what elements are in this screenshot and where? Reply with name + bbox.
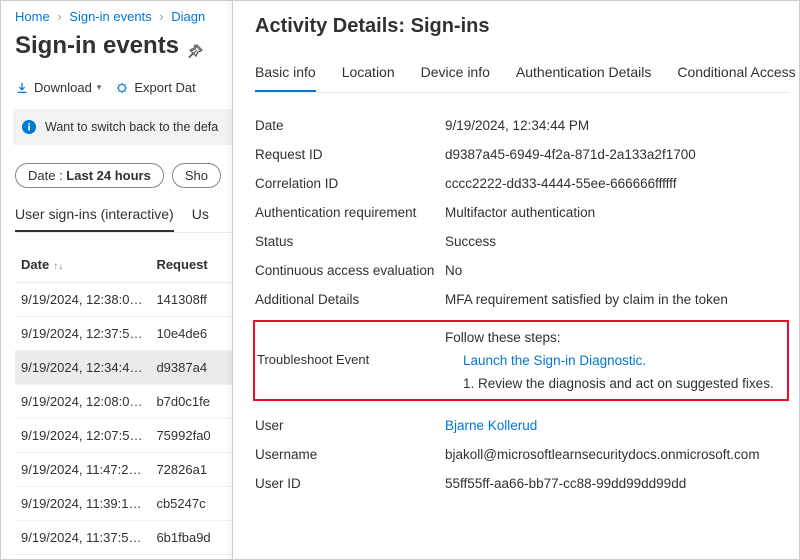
label-request-id: Request ID bbox=[255, 147, 445, 162]
command-bar: Download ▾ Export Dat bbox=[15, 80, 232, 95]
cell-date: 9/19/2024, 12:38:04 ... bbox=[15, 283, 150, 317]
cell-request: 72826a1 bbox=[150, 453, 232, 487]
tab-device-info[interactable]: Device info bbox=[421, 60, 490, 92]
label-date: Date bbox=[255, 118, 445, 133]
troubleshoot-event-section: Troubleshoot Event Follow these steps: L… bbox=[253, 320, 789, 401]
value-additional: MFA requirement satisfied by claim in th… bbox=[445, 292, 728, 307]
tab-auth-details[interactable]: Authentication Details bbox=[516, 60, 651, 92]
page-title: Sign-in events bbox=[15, 32, 179, 60]
table-row[interactable]: 9/19/2024, 11:39:13 ...cb5247c bbox=[15, 487, 232, 521]
col-request[interactable]: Request bbox=[150, 249, 232, 283]
label-correlation-id: Correlation ID bbox=[255, 176, 445, 191]
cell-date: 9/19/2024, 11:47:23 ... bbox=[15, 453, 150, 487]
tab-basic-info[interactable]: Basic info bbox=[255, 60, 316, 92]
export-button[interactable]: Export Dat bbox=[115, 80, 195, 95]
chevron-down-icon: ▾ bbox=[97, 82, 102, 93]
details-panel: Activity Details: Sign-ins Basic info Lo… bbox=[232, 0, 800, 560]
value-user-id: 55ff55ff-aa66-bb77-cc88-99dd99dd99dd bbox=[445, 476, 686, 491]
subtabs: User sign-ins (interactive) Us bbox=[15, 200, 232, 233]
download-button[interactable]: Download ▾ bbox=[15, 80, 101, 95]
value-cae: No bbox=[445, 263, 462, 278]
cell-date: 9/19/2024, 11:37:54 ... bbox=[15, 521, 150, 555]
filter-pills: Date : Last 24 hours Sho bbox=[15, 163, 232, 188]
cell-date: 9/19/2024, 12:34:44 ... bbox=[15, 351, 150, 385]
breadcrumb-home[interactable]: Home bbox=[15, 9, 50, 24]
filter-date-prefix: Date : bbox=[28, 168, 66, 183]
cell-date: 9/19/2024, 11:39:13 ... bbox=[15, 487, 150, 521]
info-icon bbox=[21, 119, 37, 135]
cell-request: 10e4de6 bbox=[150, 317, 232, 351]
label-username: Username bbox=[255, 447, 445, 462]
export-label: Export Dat bbox=[134, 80, 195, 95]
value-auth-req: Multifactor authentication bbox=[445, 205, 595, 220]
label-auth-req: Authentication requirement bbox=[255, 205, 445, 220]
cell-request: 6b1fba9d bbox=[150, 521, 232, 555]
label-additional: Additional Details bbox=[255, 292, 445, 307]
filter-show-pill[interactable]: Sho bbox=[172, 163, 221, 188]
troubleshoot-step-1: 1. Review the diagnosis and act on sugge… bbox=[445, 376, 774, 391]
filter-date-pill[interactable]: Date : Last 24 hours bbox=[15, 163, 164, 188]
tab-conditional-access[interactable]: Conditional Access bbox=[677, 60, 795, 92]
value-status: Success bbox=[445, 234, 496, 249]
value-date: 9/19/2024, 12:34:44 PM bbox=[445, 118, 589, 133]
panel-title: Activity Details: Sign-ins bbox=[255, 15, 789, 38]
label-user-id: User ID bbox=[255, 476, 445, 491]
value-user-link[interactable]: Bjarne Kollerud bbox=[445, 418, 537, 433]
launch-diagnostic-link[interactable]: Launch the Sign-in Diagnostic. bbox=[445, 353, 774, 368]
table-row[interactable]: 9/19/2024, 12:37:57 ...10e4de6 bbox=[15, 317, 232, 351]
sort-icon: ↑↓ bbox=[53, 261, 63, 272]
table-row[interactable]: 9/19/2024, 11:47:23 ...72826a1 bbox=[15, 453, 232, 487]
table-row[interactable]: 9/19/2024, 12:34:44 ...d9387a4 bbox=[15, 351, 232, 385]
info-banner-text: Want to switch back to the defa bbox=[45, 120, 218, 134]
table-row[interactable]: 9/19/2024, 12:38:04 ...141308ff bbox=[15, 283, 232, 317]
chevron-right-icon: › bbox=[57, 9, 61, 24]
cell-date: 9/19/2024, 12:08:05 ... bbox=[15, 385, 150, 419]
value-username: bjakoll@microsoftlearnsecuritydocs.onmic… bbox=[445, 447, 760, 462]
signins-table: Date↑↓ Request 9/19/2024, 12:38:04 ...14… bbox=[15, 249, 232, 555]
table-row[interactable]: 9/19/2024, 12:07:56 ...75992fa0 bbox=[15, 419, 232, 453]
cell-request: d9387a4 bbox=[150, 351, 232, 385]
chevron-right-icon: › bbox=[159, 9, 163, 24]
label-status: Status bbox=[255, 234, 445, 249]
cell-request: 75992fa0 bbox=[150, 419, 232, 453]
value-request-id: d9387a45-6949-4f2a-871d-2a133a2f1700 bbox=[445, 147, 696, 162]
col-date[interactable]: Date↑↓ bbox=[15, 249, 150, 283]
cell-request: cb5247c bbox=[150, 487, 232, 521]
label-cae: Continuous access evaluation bbox=[255, 263, 445, 278]
value-correlation-id: cccc2222-dd33-4444-55ee-666666ffffff bbox=[445, 176, 676, 191]
pin-icon[interactable] bbox=[187, 48, 203, 63]
breadcrumb-signin-events[interactable]: Sign-in events bbox=[69, 9, 151, 24]
subtab-other[interactable]: Us bbox=[192, 200, 209, 232]
table-row[interactable]: 9/19/2024, 12:08:05 ...b7d0c1fe bbox=[15, 385, 232, 419]
breadcrumb: Home › Sign-in events › Diagn bbox=[15, 9, 232, 24]
label-user: User bbox=[255, 418, 445, 433]
download-label: Download bbox=[34, 80, 92, 95]
label-troubleshoot: Troubleshoot Event bbox=[255, 330, 445, 367]
panel-tabs: Basic info Location Device info Authenti… bbox=[255, 60, 789, 93]
info-banner: Want to switch back to the defa bbox=[13, 109, 232, 145]
cell-request: 141308ff bbox=[150, 283, 232, 317]
filter-date-value: Last 24 hours bbox=[66, 168, 151, 183]
breadcrumb-diagnose[interactable]: Diagn bbox=[171, 9, 205, 24]
troubleshoot-intro: Follow these steps: bbox=[445, 330, 774, 345]
cell-date: 9/19/2024, 12:07:56 ... bbox=[15, 419, 150, 453]
subtab-interactive[interactable]: User sign-ins (interactive) bbox=[15, 200, 174, 232]
tab-location[interactable]: Location bbox=[342, 60, 395, 92]
cell-date: 9/19/2024, 12:37:57 ... bbox=[15, 317, 150, 351]
cell-request: b7d0c1fe bbox=[150, 385, 232, 419]
table-row[interactable]: 9/19/2024, 11:37:54 ...6b1fba9d bbox=[15, 521, 232, 555]
